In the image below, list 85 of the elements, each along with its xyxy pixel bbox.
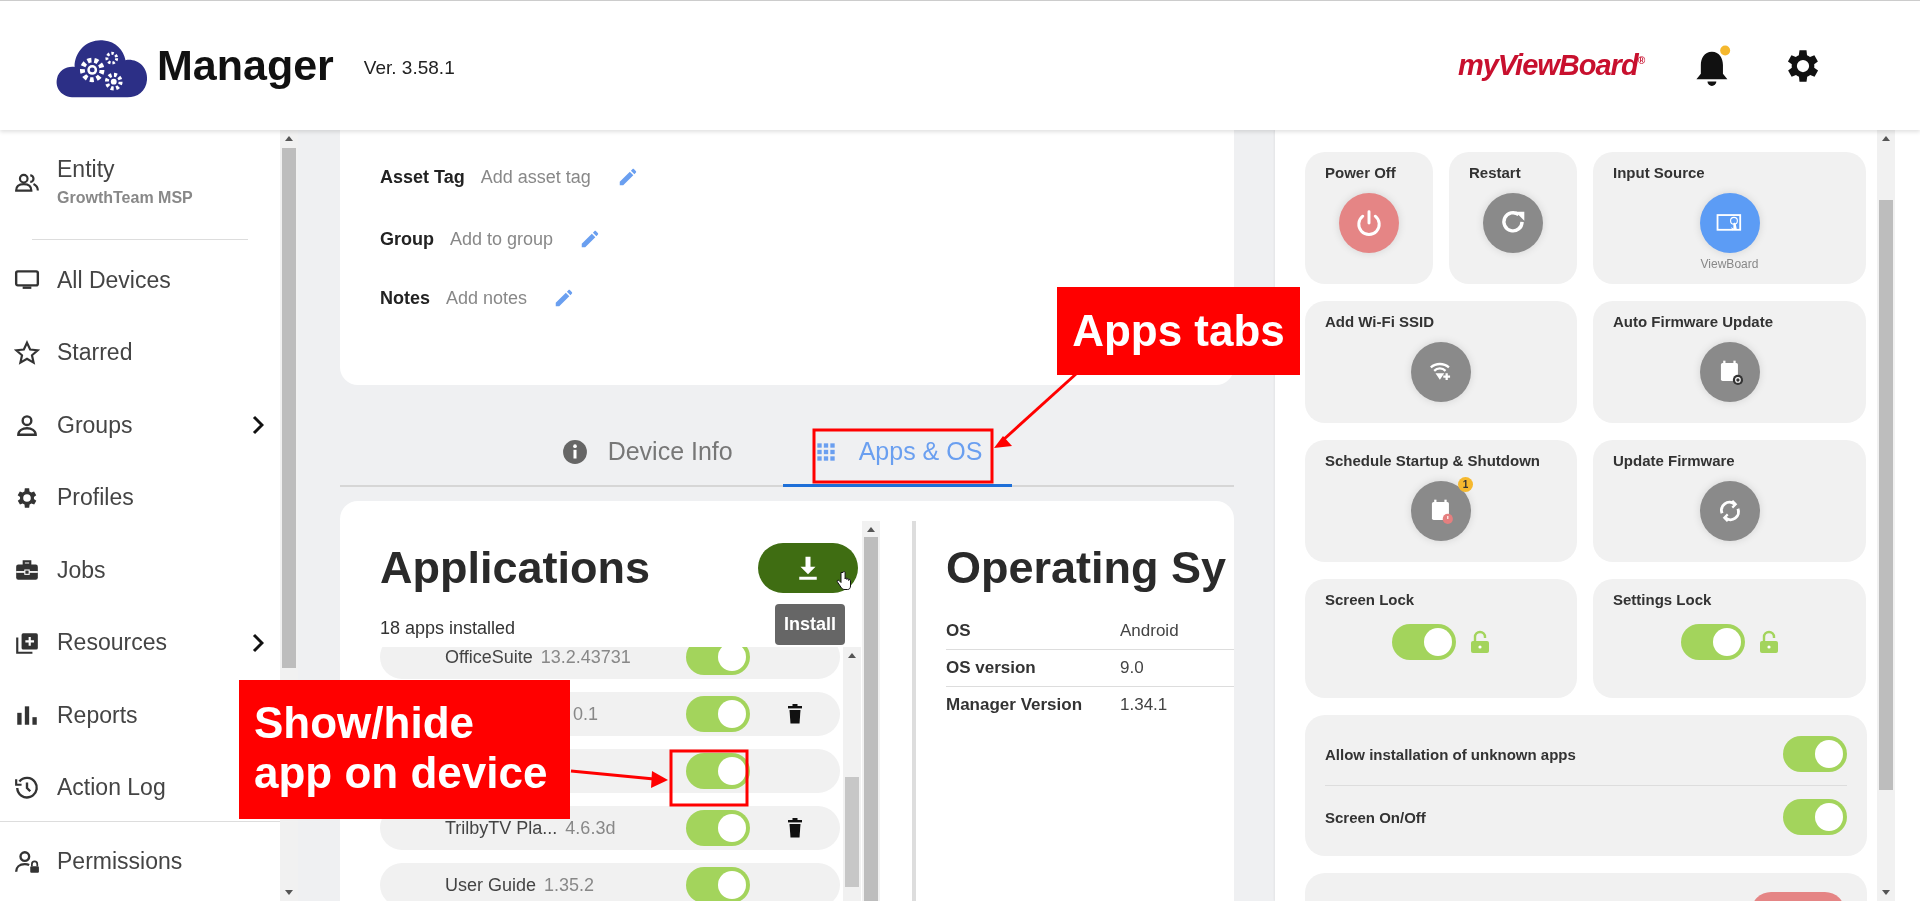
nav-item[interactable]: All Devices xyxy=(57,266,171,294)
field-label: Asset Tag xyxy=(380,166,465,188)
setting-toggle[interactable] xyxy=(1783,736,1847,772)
setting-toggle[interactable] xyxy=(1783,799,1847,835)
control-label: Auto Firmware Update xyxy=(1613,313,1775,330)
app-name: User Guide xyxy=(445,874,537,896)
brand-logo[interactable]: myViewBoard$^{®}$ xyxy=(1457,49,1644,82)
nav-item[interactable]: Groups xyxy=(57,411,133,439)
history-icon xyxy=(14,774,40,801)
scrollbar[interactable] xyxy=(1877,130,1895,901)
power-button[interactable] xyxy=(1339,193,1399,253)
nav-item[interactable]: Action Log xyxy=(57,774,166,802)
control-label: Update Firmware xyxy=(1613,452,1736,469)
control-label: Settings Lock xyxy=(1613,591,1713,608)
auto-update-button[interactable] xyxy=(1699,342,1760,402)
control-label: Add Wi-Fi SSID xyxy=(1325,313,1436,330)
control-label: Schedule Startup & Shutdown xyxy=(1325,452,1541,469)
field-label: Group xyxy=(380,228,434,250)
info-icon xyxy=(561,438,588,465)
setting-label: Screen On/Off xyxy=(1325,808,1426,826)
app-version: 13.2.43731 xyxy=(540,647,631,668)
delete-icon[interactable] xyxy=(787,818,803,838)
scrollbar-thumb[interactable] xyxy=(282,148,296,668)
visibility-toggle[interactable] xyxy=(686,647,750,675)
delete-icon[interactable] xyxy=(787,704,803,724)
app-title: Manager xyxy=(157,41,334,90)
hand-cursor-icon xyxy=(836,571,852,591)
app-name: OfficeSuite xyxy=(445,647,533,668)
visibility-toggle[interactable] xyxy=(686,867,750,901)
tab[interactable]: Device Info xyxy=(531,429,763,487)
callout-label: Apps tabs xyxy=(1057,287,1300,375)
wifi-add-button[interactable] xyxy=(1411,342,1471,402)
chevron-right-icon[interactable] xyxy=(252,632,264,653)
star-icon xyxy=(14,339,40,366)
person-lock-icon xyxy=(14,848,40,875)
setting-label: Allow installation of unknown apps xyxy=(1325,745,1576,763)
apps-count: 18 apps installed xyxy=(380,617,516,639)
os-label: OS version xyxy=(946,658,1037,678)
app-version: 0.1 xyxy=(573,703,599,725)
input-source-button[interactable] xyxy=(1699,193,1760,253)
field-label: Notes xyxy=(380,287,430,309)
os-label: Manager Version xyxy=(946,695,1084,715)
entity-label: Entity xyxy=(57,156,116,183)
nav-item[interactable]: Permissions xyxy=(57,848,183,875)
chevron-right-icon[interactable] xyxy=(252,415,264,436)
control-label: Screen Lock xyxy=(1325,591,1416,608)
entity-name[interactable]: GrowthTeam MSP xyxy=(57,189,193,207)
person-icon xyxy=(14,412,40,439)
visibility-toggle[interactable] xyxy=(686,696,750,732)
update-button[interactable] xyxy=(1699,481,1760,541)
os-label: OS xyxy=(946,621,972,641)
scrollbar[interactable] xyxy=(862,521,880,901)
callout-label: Show/hide app on device xyxy=(239,680,570,819)
os-value: Android xyxy=(1120,621,1179,641)
control-label: Restart xyxy=(1469,164,1522,181)
field-placeholder[interactable]: Add asset tag xyxy=(480,166,591,188)
nav-item[interactable]: Starred xyxy=(57,339,133,367)
version-label: Ver. 3.58.1 xyxy=(363,56,455,79)
os-value: 1.34.1 xyxy=(1120,695,1168,715)
install-button[interactable] xyxy=(758,543,858,593)
padlock-icon xyxy=(1758,630,1779,654)
control-label: Input Source xyxy=(1613,164,1706,181)
restart-button[interactable] xyxy=(1483,193,1543,253)
nav-item[interactable]: Resources xyxy=(57,629,167,657)
os-value: 9.0 xyxy=(1120,658,1144,678)
scrollbar[interactable] xyxy=(843,647,861,901)
nav-item[interactable]: Reports xyxy=(57,701,138,729)
install-tooltip: Install xyxy=(775,603,845,645)
app-version: 1.35.2 xyxy=(544,874,595,896)
field-placeholder[interactable]: Add notes xyxy=(446,287,528,309)
visibility-toggle[interactable] xyxy=(686,810,750,846)
field-placeholder[interactable]: Add to group xyxy=(450,228,554,250)
source-caption: ViewBoard xyxy=(1700,257,1759,271)
app-version: 4.6.3d xyxy=(565,817,616,839)
count-badge: 1 xyxy=(1458,477,1473,492)
section-title: Operating Sy xyxy=(946,541,1228,595)
lock-toggle[interactable] xyxy=(1392,624,1456,660)
control-label: Power Off xyxy=(1325,164,1397,181)
padlock-icon xyxy=(1470,630,1490,654)
nav-item[interactable]: Profiles xyxy=(57,484,134,512)
section-title: Applications xyxy=(380,542,651,594)
app-name: TrilbyTV Pla... xyxy=(445,817,558,839)
lock-toggle[interactable] xyxy=(1680,624,1745,660)
nav-item[interactable]: Jobs xyxy=(57,556,106,584)
notification-bell-icon[interactable] xyxy=(1694,44,1732,87)
